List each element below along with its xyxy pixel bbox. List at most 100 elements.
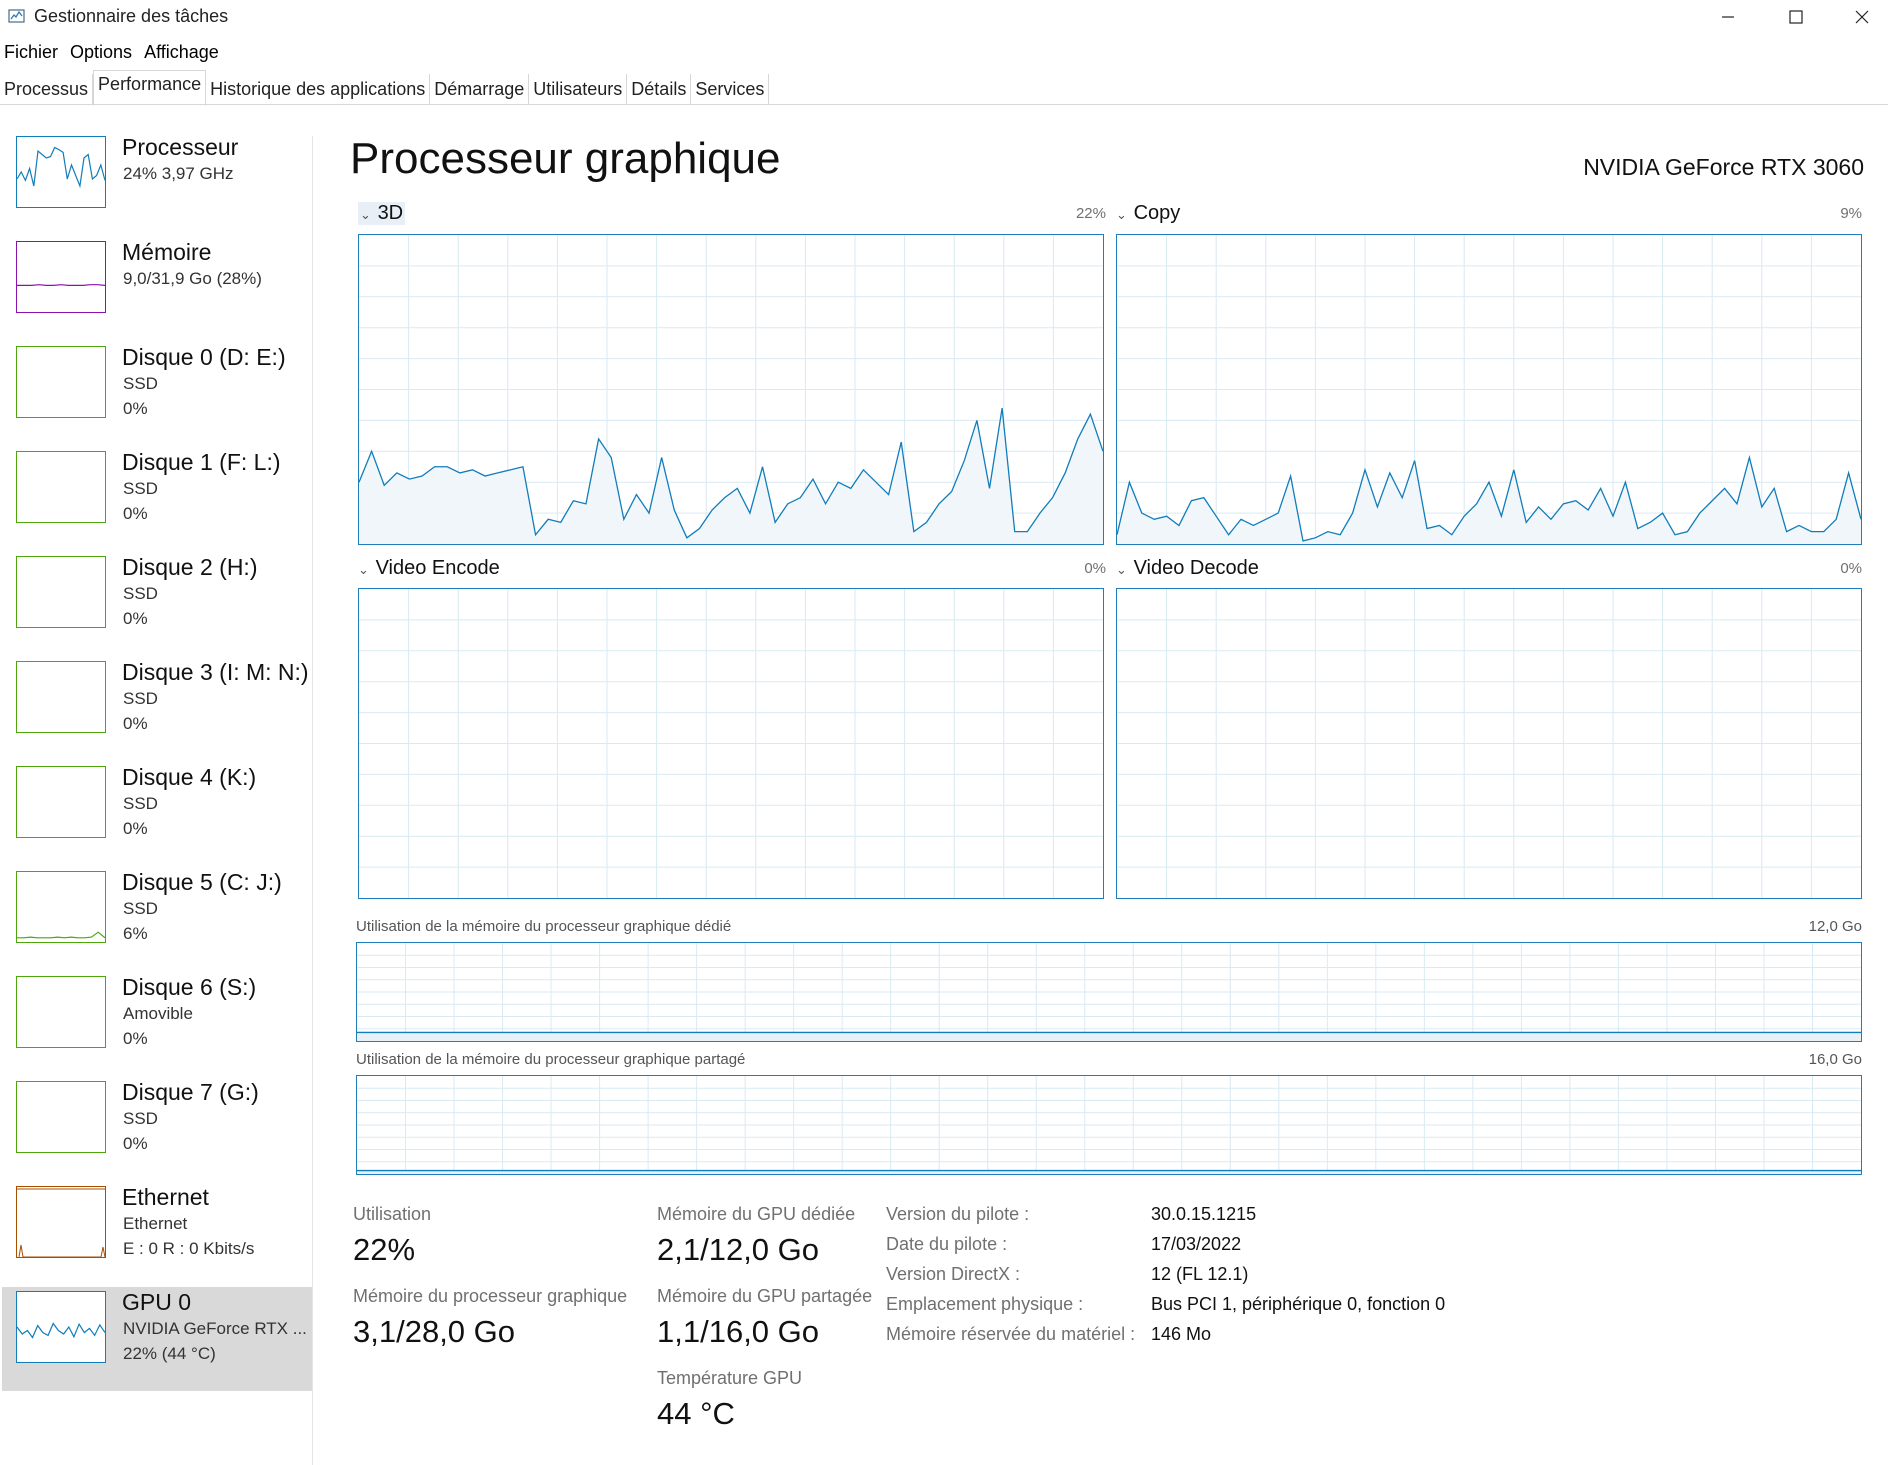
- graph-label: 3D: [377, 202, 404, 224]
- sidebar-item-name: Disque 1 (F: L:): [122, 449, 281, 475]
- tab-bar: Processus Performance Historique des app…: [0, 70, 770, 106]
- memory-usage-fill: [357, 1032, 1861, 1041]
- window-title: Gestionnaire des tâches: [34, 6, 229, 26]
- thumbnail-graph-svg: [17, 284, 105, 287]
- gpu-temperature-label: Température GPU: [657, 1368, 803, 1388]
- dedicated-memory-graph: [356, 942, 1862, 1042]
- utilisation-value: 22%: [353, 1232, 416, 1267]
- menu-affichage[interactable]: Affichage: [140, 40, 223, 68]
- graph-copy-usage: [1116, 234, 1862, 545]
- sidebar-item-value: 0%: [123, 399, 148, 418]
- dedicated-memory-label: Utilisation de la mémoire du processeur …: [356, 918, 732, 935]
- minimize-button[interactable]: [1700, 0, 1756, 34]
- sidebar-item[interactable]: Ethernet Ethernet E : 0 R : 0 Kbits/s: [2, 1182, 312, 1286]
- tab-details[interactable]: Détails: [627, 74, 692, 104]
- sidebar-item[interactable]: GPU 0 NVIDIA GeForce RTX ... 22% (44 °C): [2, 1287, 312, 1391]
- gpu-temperature-value: 44 °C: [657, 1396, 735, 1431]
- title-bar: Gestionnaire des tâches: [0, 0, 1888, 36]
- thumbnail-graph-svg: [17, 1322, 105, 1339]
- thumbnail-line: [17, 284, 105, 287]
- graph-video-decode-usage: [1116, 588, 1862, 899]
- sidebar-item-value: 0%: [123, 1029, 148, 1048]
- sidebar-item-name: Mémoire: [122, 239, 212, 265]
- close-button[interactable]: [1836, 0, 1888, 34]
- sidebar-thumbnail-graph: [16, 1081, 106, 1153]
- sidebar-thumbnail-graph: [16, 871, 106, 943]
- sidebar-item-name: Disque 2 (H:): [122, 554, 258, 580]
- sidebar-item-detail: SSD: [123, 1109, 158, 1128]
- chevron-down-icon: ⌄: [1116, 562, 1127, 577]
- chevron-down-icon: ⌄: [358, 562, 369, 577]
- sidebar-thumbnail-graph: [16, 661, 106, 733]
- sidebar-item[interactable]: Disque 3 (I: M: N:) SSD 0%: [2, 657, 312, 761]
- sidebar-item-value: 22% (44 °C): [123, 1344, 216, 1363]
- info-value: 30.0.15.1215: [1151, 1204, 1257, 1224]
- sidebar-item-detail: NVIDIA GeForce RTX ...: [123, 1319, 307, 1338]
- menu-options[interactable]: Options: [66, 40, 136, 68]
- info-label: Version du pilote :: [886, 1204, 1030, 1224]
- graph-percent: 22%: [1075, 205, 1106, 222]
- graph-engine-video-decode-selector[interactable]: ⌄ Video Decode: [1116, 557, 1259, 580]
- sidebar-item-detail: SSD: [123, 899, 158, 918]
- sidebar-item[interactable]: Processeur 24% 3,97 GHz: [2, 132, 312, 236]
- shared-memory-stat-label: Mémoire du GPU partagée: [657, 1286, 873, 1306]
- graph-percent: 0%: [1840, 560, 1862, 577]
- info-label: Emplacement physique :: [886, 1294, 1084, 1314]
- maximize-button[interactable]: [1768, 0, 1824, 34]
- sidebar-thumbnail-graph: [16, 766, 106, 838]
- dedicated-memory-max: 12,0 Go: [1808, 918, 1862, 935]
- sidebar-item-name: Disque 4 (K:): [122, 764, 257, 790]
- sidebar-item-detail: Ethernet: [123, 1214, 188, 1233]
- sidebar-item[interactable]: Mémoire 9,0/31,9 Go (28%): [2, 237, 312, 341]
- sidebar-item-value: 0%: [123, 1134, 148, 1153]
- sidebar-item-value: 0%: [123, 714, 148, 733]
- graph-percent: 0%: [1084, 560, 1106, 577]
- graph-3d-usage: [358, 234, 1104, 545]
- shared-memory-stat-value: 1,1/16,0 Go: [657, 1314, 820, 1349]
- sidebar-thumbnail-graph: [16, 451, 106, 523]
- shared-memory-graph: [356, 1075, 1862, 1175]
- sidebar-item-detail: Amovible: [123, 1004, 193, 1023]
- tab-performance[interactable]: Performance: [93, 70, 207, 106]
- info-value: 12 (FL 12.1): [1151, 1264, 1249, 1284]
- sidebar-item-detail: 9,0/31,9 Go (28%): [123, 269, 262, 288]
- usage-area: [1117, 457, 1861, 544]
- sidebar-item[interactable]: Disque 5 (C: J:) SSD 6%: [2, 867, 312, 971]
- sidebar-item-detail: 24% 3,97 GHz: [123, 164, 234, 183]
- task-manager-icon: [8, 9, 25, 23]
- info-label: Mémoire réservée du matériel :: [886, 1324, 1136, 1344]
- tab-utilisateurs[interactable]: Utilisateurs: [529, 74, 628, 104]
- thumbnail-line: [17, 931, 105, 939]
- sidebar-item-detail: SSD: [123, 584, 158, 603]
- graph-label: Copy: [1133, 202, 1181, 224]
- thumbnail-line: [17, 1322, 105, 1339]
- graph-label: Video Encode: [375, 557, 500, 579]
- dedicated-memory-stat-value: 2,1/12,0 Go: [657, 1232, 820, 1267]
- sidebar-item[interactable]: Disque 2 (H:) SSD 0%: [2, 552, 312, 656]
- sidebar-item[interactable]: Disque 4 (K:) SSD 0%: [2, 762, 312, 866]
- tab-services[interactable]: Services: [691, 74, 770, 104]
- sidebar-item-value: 6%: [123, 924, 148, 943]
- maximize-icon: [1789, 10, 1803, 24]
- sidebar-item-detail: SSD: [123, 479, 158, 498]
- sidebar-item[interactable]: Disque 1 (F: L:) SSD 0%: [2, 447, 312, 551]
- gpu-memory-value: 3,1/28,0 Go: [353, 1314, 516, 1349]
- chevron-down-icon: ⌄: [360, 207, 371, 222]
- graph-engine-copy-selector[interactable]: ⌄ Copy: [1116, 202, 1180, 225]
- tab-historique[interactable]: Historique des applications: [206, 74, 431, 104]
- graph-percent: 9%: [1840, 205, 1862, 222]
- sidebar-item[interactable]: Disque 6 (S:) Amovible 0%: [2, 972, 312, 1076]
- menu-fichier[interactable]: Fichier: [0, 40, 62, 68]
- sidebar-thumbnail-graph: [16, 556, 106, 628]
- tab-divider: [0, 104, 1888, 105]
- sidebar-item-name: Processeur: [122, 134, 239, 160]
- performance-sidebar: Processeur 24% 3,97 GHz Mémoire 9,0/31,9 Go…: [0, 132, 312, 1465]
- tab-processus[interactable]: Processus: [0, 74, 94, 104]
- thumbnail-line: [18, 1244, 105, 1257]
- graph-engine-video-encode-selector[interactable]: ⌄ Video Encode: [358, 557, 500, 580]
- tab-demarrage[interactable]: Démarrage: [430, 74, 530, 104]
- sidebar-item[interactable]: Disque 0 (D: E:) SSD 0%: [2, 342, 312, 446]
- graph-engine-3d-selector[interactable]: ⌄ 3D: [358, 202, 406, 225]
- info-value: 17/03/2022: [1151, 1234, 1242, 1254]
- sidebar-item[interactable]: Disque 7 (G:) SSD 0%: [2, 1077, 312, 1181]
